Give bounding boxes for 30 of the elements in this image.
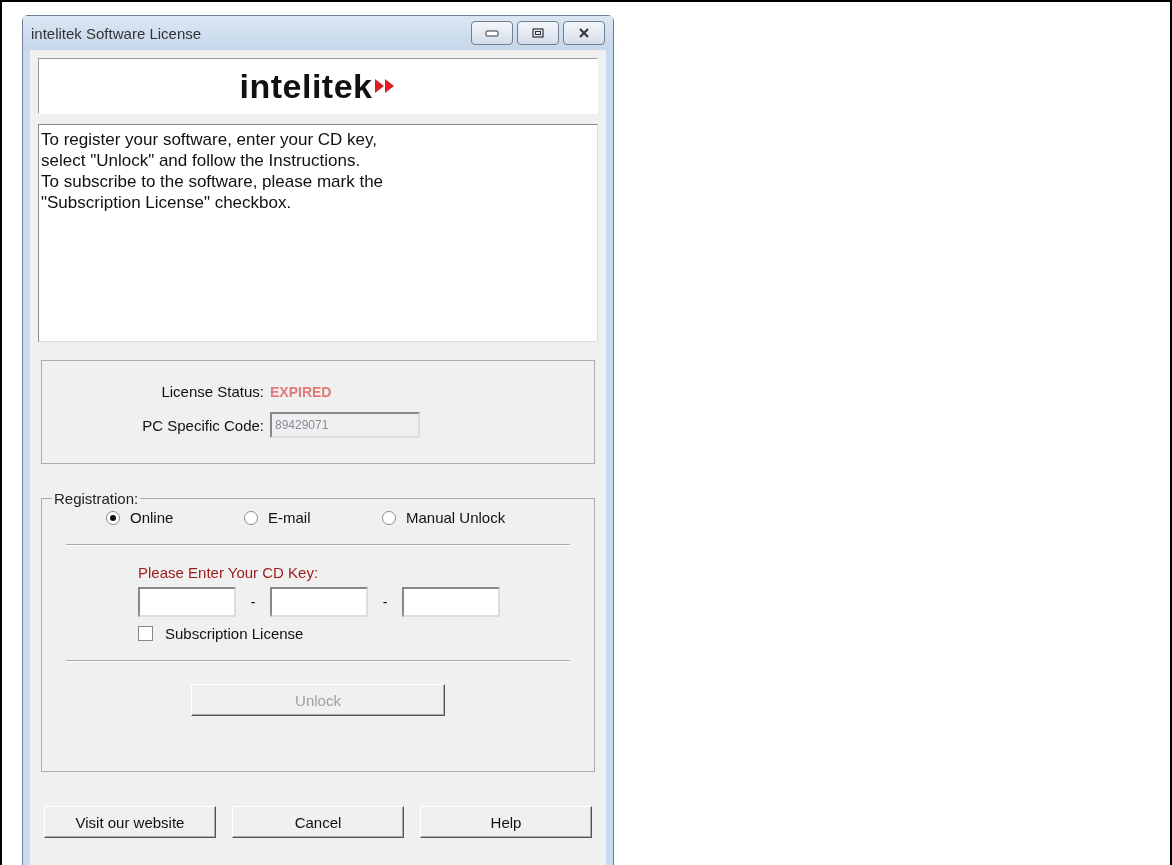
pc-code-field: 89429071: [270, 412, 420, 438]
instruction-line: To subscribe to the software, please mark the: [41, 171, 385, 192]
key-separator: -: [381, 594, 389, 610]
minimize-button[interactable]: [471, 21, 513, 45]
window-title: intelitek Software License: [31, 24, 202, 42]
pc-code-label: PC Specific Code:: [141, 416, 265, 434]
cd-key-label: Please Enter Your CD Key:: [138, 564, 320, 581]
close-button[interactable]: [563, 21, 605, 45]
dialog-button[interactable]: Help: [420, 806, 592, 838]
dialog-button[interactable]: Cancel: [232, 806, 404, 838]
maximize-button[interactable]: [517, 21, 559, 45]
radio-option[interactable]: Manual Unlock: [382, 509, 506, 526]
subscription-checkbox[interactable]: Subscription License: [138, 625, 570, 642]
close-icon: [578, 28, 590, 38]
maximize-icon: [532, 28, 544, 38]
minimize-icon: [485, 29, 499, 37]
instruction-line: "Subscription License" checkbox.: [41, 192, 293, 213]
cd-key-field[interactable]: [138, 587, 236, 617]
cd-key-field[interactable]: [402, 587, 500, 617]
instruction-line: select "Unlock" and follow the Instructions.: [41, 150, 362, 171]
logo-text: intelitek: [239, 66, 373, 106]
cd-key-field[interactable]: [270, 587, 368, 617]
radio-option[interactable]: Online: [106, 509, 244, 526]
license-status-value: EXPIRED: [270, 383, 332, 400]
key-separator: -: [249, 594, 257, 610]
radio-option[interactable]: E-mail: [244, 509, 382, 526]
dialog-button[interactable]: Visit our website: [44, 806, 216, 838]
instruction-line: To register your software, enter your CD key,: [41, 129, 379, 150]
registration-legend: Registration:: [52, 490, 141, 507]
license-status-label: License Status:: [160, 383, 265, 400]
